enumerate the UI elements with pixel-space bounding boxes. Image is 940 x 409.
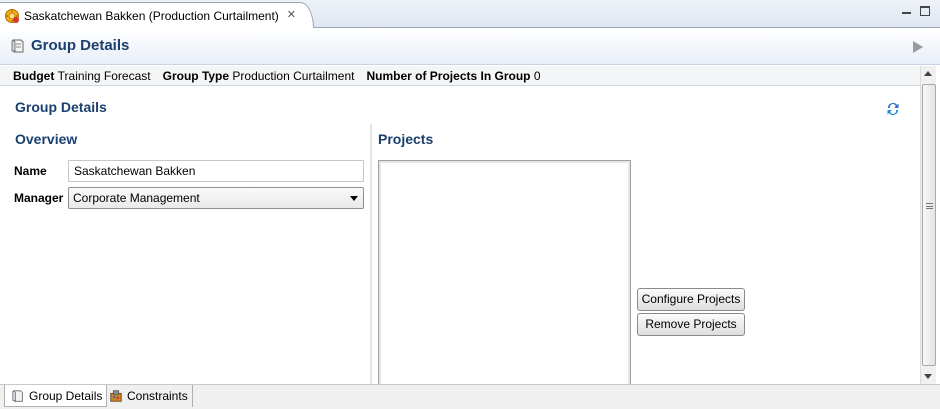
scrollbar-thumb[interactable] [922, 84, 936, 366]
manager-selected-value: Corporate Management [73, 191, 200, 205]
editor-tab-strip: Saskatchewan Bakken (Production Curtailm… [0, 0, 940, 28]
refresh-icon[interactable] [885, 101, 901, 117]
remove-projects-button[interactable]: Remove Projects [637, 313, 745, 336]
section-title: Group Details [15, 99, 107, 115]
budget-value: Training Forecast [57, 68, 151, 83]
tab-constraints[interactable]: Constraints [103, 385, 193, 407]
run-icon[interactable] [912, 40, 924, 54]
bottom-tab-bar: Group Details Constraints [0, 384, 940, 409]
editor-tab-title: Saskatchewan Bakken (Production Curtailm… [24, 8, 279, 23]
page-title: Group Details [31, 37, 130, 54]
name-label: Name [14, 164, 47, 178]
scroll-down-icon[interactable] [924, 374, 932, 379]
tab-label: Group Details [29, 388, 103, 403]
manager-label: Manager [14, 191, 64, 205]
tab-group-details[interactable]: Group Details [4, 385, 108, 407]
editor-tab[interactable]: Saskatchewan Bakken (Production Curtailm… [0, 2, 314, 28]
overview-title: Overview [15, 131, 78, 147]
chevron-down-icon [350, 196, 358, 201]
maximize-icon[interactable] [920, 6, 930, 16]
group-info-bar: Budget Training Forecast Group Type Prod… [0, 66, 920, 86]
page-icon [11, 39, 24, 53]
manager-select[interactable]: Corporate Management [68, 187, 364, 209]
group-icon [5, 8, 19, 23]
grip-icon [926, 203, 933, 209]
scroll-up-icon[interactable] [924, 71, 932, 76]
close-icon[interactable]: ✕ [287, 10, 296, 21]
projects-list[interactable] [378, 160, 631, 390]
constraints-icon [110, 390, 122, 402]
num-projects-value: 0 [533, 68, 541, 83]
minimize-icon[interactable] [902, 6, 912, 16]
configure-projects-button[interactable]: Configure Projects [637, 288, 745, 311]
projects-title: Projects [378, 131, 434, 147]
vertical-scrollbar[interactable] [920, 66, 936, 384]
group-type-value: Production Curtailment [232, 68, 355, 83]
num-projects-label: Number of Projects In Group [366, 68, 531, 83]
form-header: Group Details [0, 29, 940, 65]
group-type-label: Group Type [162, 68, 230, 83]
name-input[interactable] [68, 160, 364, 182]
tab-label: Constraints [127, 389, 188, 403]
panel-divider[interactable] [370, 124, 372, 384]
budget-label: Budget [13, 68, 55, 83]
page-icon [12, 389, 23, 402]
